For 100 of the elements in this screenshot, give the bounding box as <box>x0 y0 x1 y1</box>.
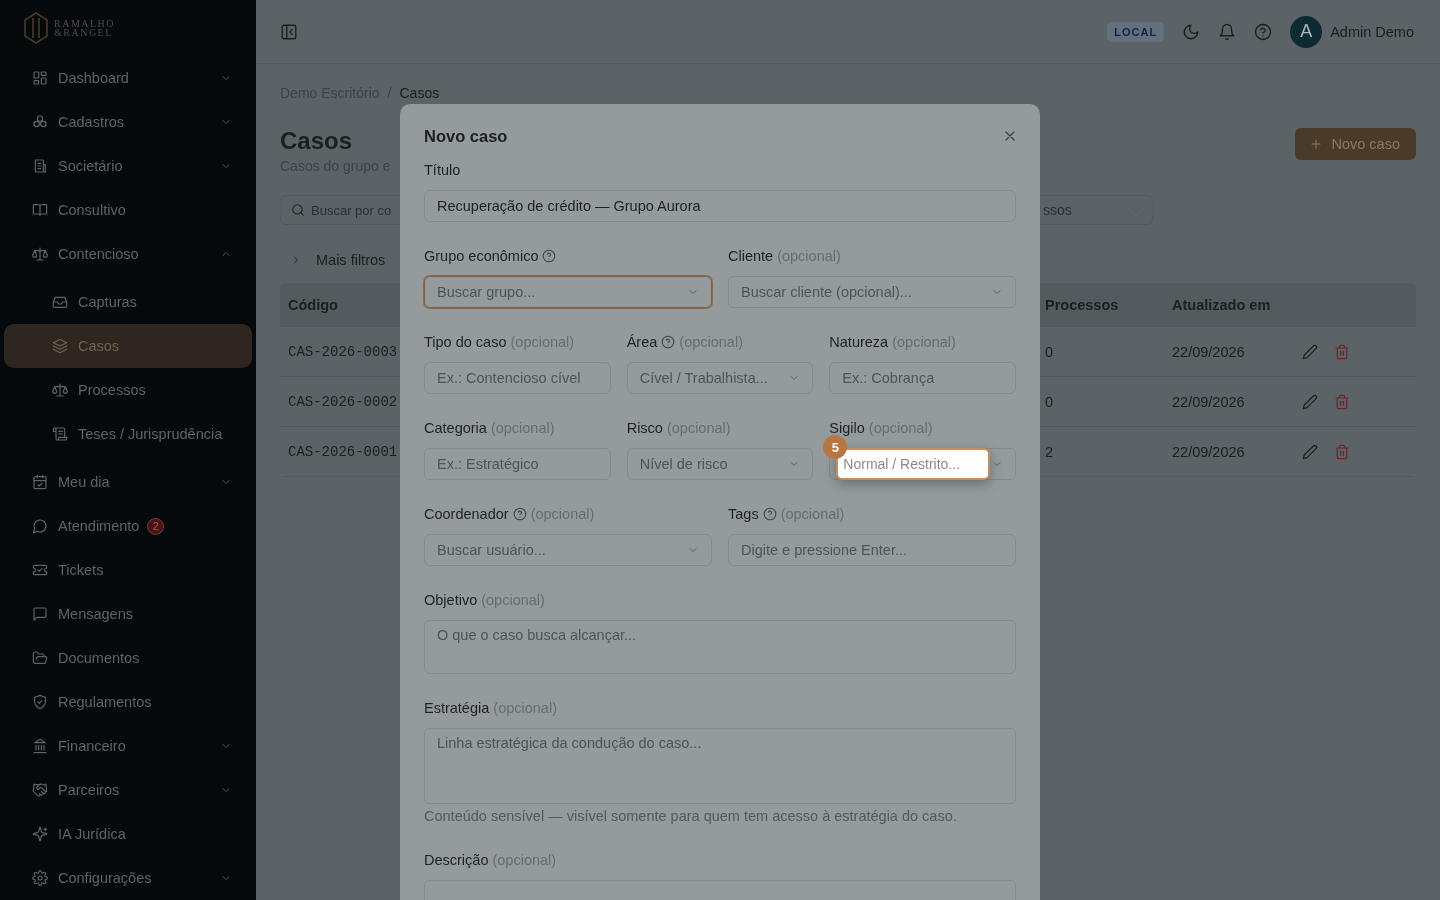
sidebar-item[interactable]: IA Jurídica <box>4 812 252 856</box>
scales-icon <box>32 246 48 262</box>
settings-icon <box>32 870 48 886</box>
sparkle-icon <box>32 826 48 842</box>
new-case-button[interactable]: Novo caso <box>1295 128 1416 160</box>
field-note: Conteúdo sensível — visível somente para quem tem acesso à estratégia do caso. <box>424 807 958 826</box>
sidebar-item[interactable]: Configurações <box>4 856 252 900</box>
book-icon <box>32 202 48 218</box>
search-icon <box>291 203 305 217</box>
sidebar-item[interactable]: Consultivo <box>4 188 252 232</box>
table-cell-text: CAS-2026-0001 <box>287 443 398 460</box>
help-icon[interactable] <box>542 249 557 263</box>
column-header: Atualizado em <box>1171 296 1272 313</box>
bell-icon[interactable] <box>1218 22 1237 41</box>
moon-icon[interactable] <box>1182 22 1201 41</box>
sidebar-item[interactable]: Tickets <box>4 548 252 592</box>
inbox-icon <box>52 294 68 310</box>
edit-icon[interactable] <box>1302 343 1318 360</box>
sidebar-item[interactable]: Societário <box>4 144 252 188</box>
table-cell-text: 0 <box>1044 393 1054 410</box>
sidebar-item[interactable]: Processos <box>4 368 252 412</box>
input-field[interactable]: Ex.: Cobrança <box>829 362 1016 394</box>
ticket-icon <box>32 562 48 578</box>
sidebar-item[interactable]: Documentos <box>4 636 252 680</box>
field-label: Descrição <box>424 852 489 868</box>
count-badge: 2 <box>147 517 165 535</box>
handshake-icon <box>32 782 48 798</box>
field-label: Estratégia <box>424 700 490 716</box>
edit-icon[interactable] <box>1302 443 1318 460</box>
delete-icon[interactable] <box>1334 393 1350 410</box>
field-label: Cliente <box>728 248 774 264</box>
modal-title: Novo caso <box>424 126 508 146</box>
chat-bubble-icon <box>32 518 48 534</box>
sidebar-item[interactable]: Financeiro <box>4 724 252 768</box>
folder-icon <box>32 650 48 666</box>
text-area[interactable]: Linha estratégica da condução do caso... <box>424 728 1016 804</box>
select-field[interactable]: Nível de risco <box>626 448 814 480</box>
text-area[interactable]: O que o caso busca alcançar... <box>424 620 1016 674</box>
help-icon[interactable] <box>512 507 527 521</box>
sidebar-item[interactable]: Cadastros <box>4 100 252 144</box>
page-title: Casos <box>280 126 354 156</box>
layers-icon <box>52 338 68 354</box>
table-cell-text: 22/09/2026 <box>1171 343 1245 360</box>
shield-icon <box>32 694 48 710</box>
bank-icon <box>32 738 48 754</box>
avatar[interactable]: A <box>1290 15 1323 48</box>
sidebar-item[interactable]: Dashboard <box>4 56 252 100</box>
sidebar-item[interactable]: Meu dia <box>4 460 252 504</box>
building-icon <box>32 158 48 174</box>
delete-icon[interactable] <box>1334 343 1350 360</box>
sidebar-item[interactable]: Regulamentos <box>4 680 252 724</box>
field-label: Objetivo <box>424 592 478 608</box>
field-label: Grupo econômico <box>424 248 539 264</box>
sidebar-item[interactable]: Casos <box>4 324 252 368</box>
edit-icon[interactable] <box>1302 393 1318 410</box>
environment-badge: LOCAL <box>1107 21 1165 42</box>
help-icon[interactable] <box>661 335 676 349</box>
input-field[interactable]: Ex.: Contencioso cível <box>424 362 611 394</box>
sidebar-item[interactable]: Mensagens <box>4 592 252 636</box>
sidebar-item[interactable]: Capturas <box>4 280 252 324</box>
more-filters-toggle[interactable]: Mais filtros <box>280 245 386 275</box>
field-label: Área <box>626 334 658 350</box>
table-cell-text: CAS-2026-0002 <box>287 393 398 410</box>
plus-icon <box>1309 137 1324 151</box>
input-field[interactable]: Digite e pressione Enter... <box>728 534 1016 566</box>
sidebar-item[interactable]: Teses / Jurisprudência <box>4 412 252 456</box>
select-field[interactable]: Cível / Trabalhista... <box>626 362 814 394</box>
field-label: Tipo do caso <box>424 334 507 350</box>
breadcrumb-item: Casos <box>399 85 440 101</box>
column-header: Processos <box>1044 296 1120 313</box>
sidebar-item[interactable]: Parceiros <box>4 768 252 812</box>
message-icon <box>32 606 48 622</box>
field-label: Título <box>424 162 461 178</box>
field-label: Risco <box>626 420 663 436</box>
table-cell-text: 22/09/2026 <box>1171 393 1245 410</box>
delete-icon[interactable] <box>1334 443 1350 460</box>
help-icon[interactable] <box>762 507 777 521</box>
help-icon[interactable] <box>1254 22 1273 41</box>
logo-emblem-icon <box>24 12 48 44</box>
sidebar-item[interactable]: Contencioso <box>4 232 252 276</box>
user-name: Admin Demo <box>1330 23 1414 40</box>
column-header: Código <box>287 296 339 313</box>
breadcrumb-separator: / <box>387 85 392 101</box>
select-field[interactable]: Buscar cliente (opcional)... <box>728 276 1016 308</box>
field-label: Tags <box>728 506 759 522</box>
scales-icon <box>52 382 68 398</box>
circles-icon <box>32 114 48 130</box>
select-field[interactable]: Buscar grupo... <box>424 276 712 308</box>
sidebar-item[interactable]: Atendimento 2 <box>4 504 252 548</box>
logo-text: RAMALHO <box>54 19 116 28</box>
field-label: Sigilo <box>829 420 865 436</box>
table-cell-text: 22/09/2026 <box>1171 443 1245 460</box>
input-field[interactable]: Recuperação de crédito — Grupo Aurora <box>424 190 1016 222</box>
select-field[interactable]: Buscar usuário... <box>424 534 712 566</box>
dashboard-icon <box>32 70 48 86</box>
table-cell-text: 0 <box>1044 343 1054 360</box>
field-label: Coordenador <box>424 506 509 522</box>
input-field[interactable]: Ex.: Estratégico <box>424 448 611 480</box>
scroll-icon <box>52 426 68 442</box>
sidebar-toggle-icon[interactable] <box>280 22 298 41</box>
